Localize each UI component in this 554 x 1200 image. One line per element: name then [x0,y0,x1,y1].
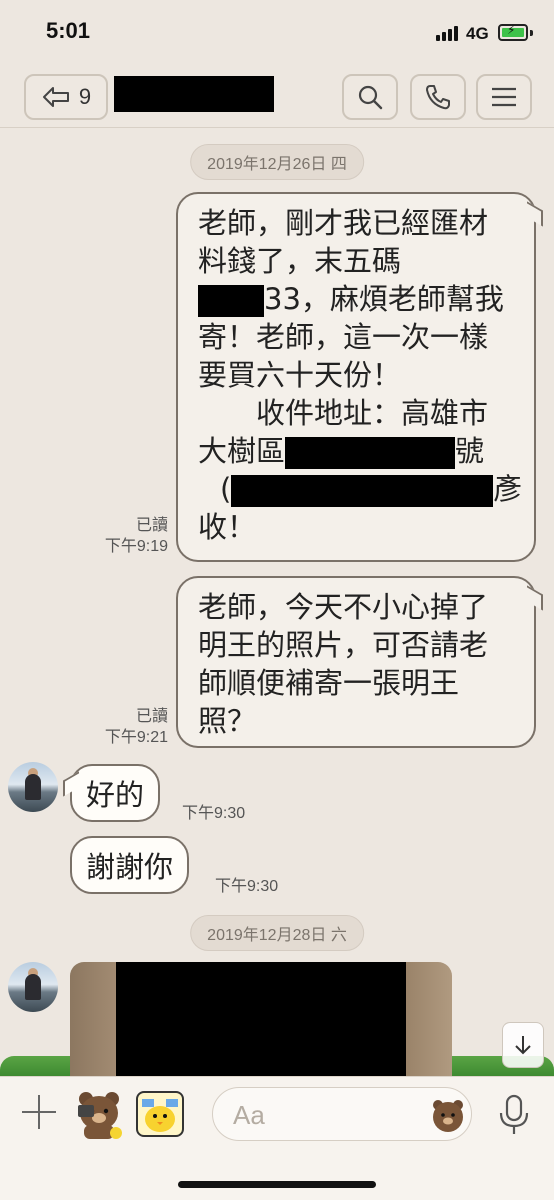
search-icon [358,85,383,110]
scroll-to-bottom-button[interactable] [502,1022,544,1068]
message-input-bar: Aa [0,1076,554,1200]
message-fragment: 號 [455,434,485,468]
status-bar: 5:01 4G [0,0,554,66]
unread-count: 9 [78,84,92,109]
message-time: 下午9:30 [215,878,279,895]
search-button[interactable] [342,74,398,120]
outgoing-message[interactable]: 老師，今天不小心掉了 明王的照片，可否請老 師順便補寄一張明王 照？ [176,576,536,748]
message-line: 老師，今天不小心掉了 [198,590,489,624]
battery-icon [498,23,528,41]
message-line: 收件地址：高雄市 [256,396,489,430]
message-input[interactable]: Aa [212,1087,472,1141]
message-line-with-redaction: 33，麻煩老師幫我 [198,280,520,318]
read-receipt: 已讀 [135,517,168,534]
network-type: 4G [466,24,489,43]
message-line: 要買六十天份！ [198,358,402,392]
phone-icon [426,85,450,110]
message-line: 收！ [198,510,257,544]
message-text: 謝謝你 [86,850,174,884]
mic-icon[interactable] [496,1093,532,1137]
redacted-block [198,285,264,317]
chevron-down-icon [515,1036,531,1055]
message-line: 師順便補寄一張明王 [198,666,460,700]
message-time: 下午9:30 [182,805,246,822]
message-time: 下午9:21 [104,729,168,746]
message-text: 好的 [86,778,145,812]
message-line-with-redaction: (彥 [198,470,523,508]
redacted-block [231,475,494,507]
redacted-block [285,437,456,469]
read-receipt: 已讀 [135,708,168,725]
message-fragment: 33，麻煩老師幫我 [264,282,504,316]
menu-icon [492,87,516,107]
message-line: 照？ [198,704,257,738]
call-button[interactable] [410,74,466,120]
message-time: 下午9:19 [104,538,168,555]
message-line: 明王的照片，可否請老 [198,628,489,662]
message-line: 老師，剛才我已經匯材 [198,206,489,240]
outgoing-message[interactable]: 老師，剛才我已經匯材 料錢了，末五碼 33，麻煩老師幫我 寄！老師，這一次一樣 … [176,192,536,562]
menu-button[interactable] [476,74,532,120]
date-separator: 2019年12月26日 四 [190,144,364,180]
input-placeholder: Aa [233,1100,265,1130]
status-time: 5:01 [46,18,91,43]
incoming-message[interactable]: 謝謝你 [70,836,190,894]
image-message[interactable] [70,962,452,1080]
home-indicator [178,1181,376,1188]
back-button[interactable]: 9 [24,74,108,120]
emoji-bear-icon[interactable] [429,1096,467,1134]
chat-title-redacted [114,76,274,112]
message-fragment: ( [220,472,232,506]
message-fragment: 大樹區 [198,434,286,468]
avatar[interactable] [8,762,58,812]
sticker-bear-icon[interactable] [72,1087,126,1141]
message-line: 寄！老師，這一次一樣 [198,320,489,354]
battery-cap [530,30,533,36]
chat-header: 9 [0,66,554,128]
message-meta: 已讀 下午9:19 [84,515,168,557]
plus-icon[interactable] [20,1093,58,1131]
sticker-chick-icon[interactable] [136,1091,184,1137]
message-line: 料錢了，末五碼 [198,244,402,278]
message-line-with-redaction: 大樹區 號 [198,432,520,470]
back-arrow-icon [42,87,69,107]
avatar[interactable] [8,962,58,1012]
incoming-message[interactable]: 好的 [70,764,161,822]
date-separator: 2019年12月28日 六 [190,915,364,951]
message-fragment: 彥 [493,472,523,506]
message-meta: 已讀 下午9:21 [84,706,168,748]
signal-icon [436,26,458,41]
